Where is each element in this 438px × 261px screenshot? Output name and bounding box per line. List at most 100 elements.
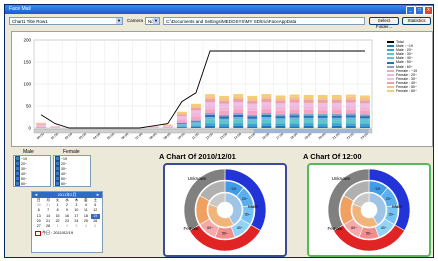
legend-swatch [387, 57, 394, 60]
bar-segment [317, 117, 328, 121]
bar-segment [233, 125, 244, 128]
chevron-down-icon[interactable]: ▼ [153, 18, 159, 24]
camera-select[interactable]: N/A ▼ [145, 17, 160, 25]
bar-segment [317, 124, 328, 127]
bar-segment [261, 123, 272, 126]
bar-segment [233, 94, 244, 97]
bar-segment [191, 125, 201, 127]
left-donut-chart: Unknown Female Male ~19 20~ 30~ 40~ 50~ 60~ [183, 168, 267, 252]
bar-segment [205, 102, 215, 106]
donut-inner-label: ~19 [230, 187, 236, 191]
legend-swatch [387, 77, 394, 80]
bar-segment [219, 100, 230, 104]
bar-segment [345, 109, 356, 114]
bar-segment [360, 103, 370, 107]
statistics-button[interactable]: Statistics [402, 17, 431, 25]
close-button[interactable]: x [424, 6, 433, 15]
x-tick-label: 06:00 [120, 132, 129, 140]
maximize-button[interactable]: □ [415, 6, 424, 15]
bar-segment [331, 106, 342, 110]
bar-segment [261, 109, 272, 114]
x-tick-label: 03:00 [78, 132, 87, 140]
bar-segment [331, 99, 342, 103]
bar-segment [162, 126, 173, 128]
bar-segment [191, 123, 201, 126]
scrollbar-thumb[interactable] [253, 129, 369, 133]
bar-segment [303, 95, 314, 98]
checkbox[interactable] [55, 181, 60, 186]
next-month-button[interactable]: ► [95, 192, 101, 198]
bar-segment [303, 106, 314, 110]
donut-inner-label: 40~ [381, 226, 387, 230]
calendar-day[interactable]: 1 [53, 224, 62, 229]
y-tick-label: 150 [23, 60, 31, 65]
calendar-day[interactable]: 28 [43, 224, 52, 229]
bar-segment [317, 120, 328, 125]
age-list-label: 50~ [21, 176, 27, 181]
bar-segment [275, 118, 286, 121]
calendar-today[interactable]: 今日 : 2011/02/19 [32, 230, 102, 236]
male-age-list[interactable]: ~19 20~ 30~ 40~ 50~ 60~ [13, 155, 51, 187]
age-list-label: 30~ [21, 166, 27, 171]
legend-swatch [387, 53, 394, 56]
age-list-item[interactable]: 60~ [54, 181, 90, 186]
bar-segment [247, 118, 258, 121]
bar-segment [275, 114, 286, 117]
bar-segment [275, 120, 286, 124]
prev-month-button[interactable]: ◄ [33, 192, 39, 198]
chart-legend: Total Male : ~19 Male : 20~ Male : 30~ Male … [387, 40, 417, 93]
calendar-day[interactable]: 3 [72, 224, 81, 229]
bar-segment [219, 126, 230, 128]
bar-segment [205, 119, 215, 124]
bar-segment [360, 95, 370, 98]
right-donut-chart: Unknown Female Male ~19 20~ 30~ 40~ 50~ 60~ [327, 168, 411, 252]
donut-outer-label: Unknown [188, 176, 207, 181]
bar-segment [289, 120, 300, 124]
calendar-day[interactable]: 2 [62, 224, 71, 229]
donut-inner-label: 50~ [366, 232, 372, 236]
bar-segment [331, 123, 342, 126]
legend-swatch [387, 45, 394, 48]
calendar-day[interactable]: 4 [81, 224, 90, 229]
bar-segment [219, 98, 230, 101]
bar-segment [205, 105, 215, 110]
legend-label: Female : 60~ [396, 89, 418, 94]
source-select[interactable]: Chart1 Title Row1 ▼ [9, 17, 123, 25]
path-field[interactable]: C:\Documents and Settings\MEDOSYS\MY SD\… [163, 17, 365, 25]
female-age-list[interactable]: ~19 20~ 30~ 40~ 50~ 60~ [53, 155, 91, 187]
bar-segment [317, 102, 328, 107]
bar-segment [303, 125, 314, 128]
select-folder-button[interactable]: Select Folder... [369, 17, 399, 29]
calendar-day[interactable]: 5 [91, 224, 100, 229]
bar-segment [205, 123, 215, 126]
x-tick-label: 12:00 [205, 132, 214, 140]
bar-segment [331, 125, 342, 128]
donut-hole [217, 202, 233, 218]
legend-swatch [387, 61, 394, 64]
chevron-down-icon[interactable]: ▼ [116, 18, 122, 24]
bar-segment [36, 126, 46, 128]
right-donut-title: A Chart Of 12:00 [303, 152, 362, 161]
x-tick-label: 07:00 [135, 132, 144, 140]
bar-segment [247, 120, 258, 125]
donut-outer-label: Female [327, 226, 343, 231]
bar-segment [191, 113, 201, 117]
checkbox[interactable] [15, 181, 20, 186]
bar-segment [275, 106, 286, 111]
bar-segment [247, 103, 258, 108]
bar-segment [275, 125, 286, 128]
bar-segment [275, 97, 286, 101]
x-tick-label: 10:00 [177, 132, 186, 140]
bar-segment [303, 117, 314, 121]
bar-segment [247, 107, 258, 111]
date-calendar[interactable]: ◄ 2011年2月 ► 日月火水木金土 30 31 1 2 3 4 5 6 7 8 9 10 11 12 1… [31, 191, 103, 253]
bar-segment [191, 105, 201, 108]
bar-segment [303, 97, 314, 100]
x-tick-label: 19:00 [304, 132, 313, 140]
age-list-item[interactable]: 60~ [14, 181, 50, 186]
bar-segment [247, 114, 258, 117]
minimize-button[interactable]: _ [406, 6, 415, 15]
bar-segment [205, 96, 215, 99]
bar-segment [176, 111, 187, 114]
calendar-day[interactable]: 27 [34, 224, 43, 229]
